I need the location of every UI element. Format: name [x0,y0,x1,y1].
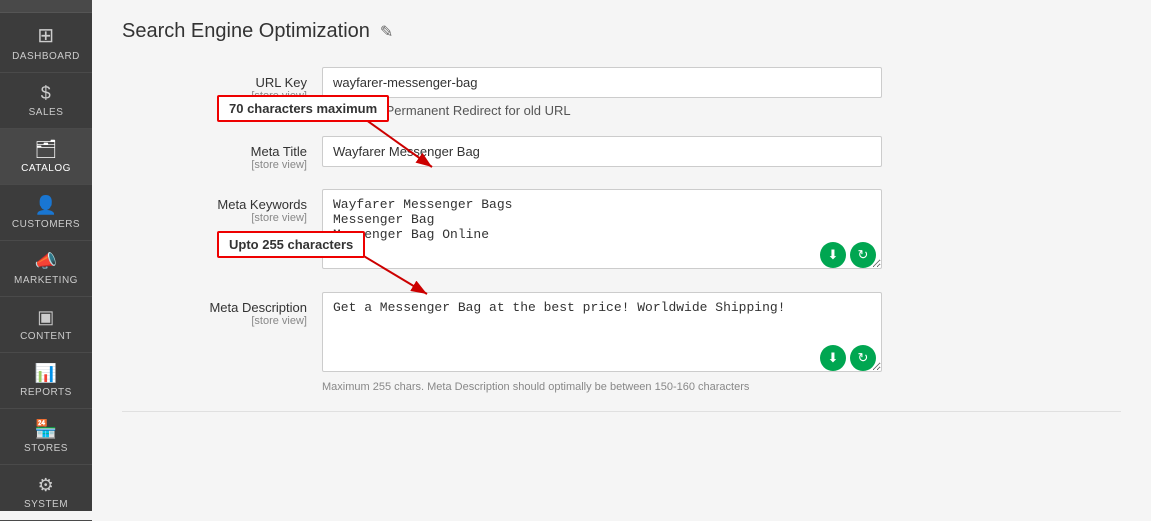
sidebar-label-reports: REPORTS [20,387,72,398]
sidebar-item-catalog[interactable]: 🗂 CATALOG [0,129,92,185]
meta-keywords-icons: ⬇ ↻ [820,242,876,268]
sidebar-label-customers: CUSTOMERS [12,219,80,230]
sidebar-item-content[interactable]: ▣ CONTENT [0,297,92,353]
meta-keywords-refresh-icon[interactable]: ↻ [850,242,876,268]
meta-description-textarea-wrap: Get a Messenger Bag at the best price! W… [322,292,882,377]
sidebar-label-system: SYSTEM [24,499,68,510]
meta-description-label: Meta Description [store view] [122,292,322,327]
sidebar-label-sales: SALES [29,107,64,118]
sidebar-item-marketing[interactable]: 📣 MARKETING [0,241,92,297]
sidebar-item-customers[interactable]: 👤 CUSTOMERS [0,185,92,241]
catalog-icon: 🗂 [34,139,57,160]
meta-keywords-download-icon[interactable]: ⬇ [820,242,846,268]
stores-icon: 🏪 [35,419,58,440]
customers-icon: 👤 [35,195,58,216]
meta-keywords-section: Upto 255 characters Meta Keywords [store… [122,189,1121,274]
section-divider [122,411,1121,412]
system-icon: ⚙ [38,475,55,496]
meta-title-label: Meta Title [store view] [122,136,322,171]
sidebar-label-stores: STORES [24,443,68,454]
page-title: Search Engine Optimization [122,20,370,43]
url-key-controls: Create Permanent Redirect for old URL [322,67,882,118]
meta-description-input[interactable]: Get a Messenger Bag at the best price! W… [322,292,882,372]
meta-description-icons: ⬇ ↻ [820,345,876,371]
meta-title-row: Meta Title [store view] [122,136,1121,171]
meta-title-input[interactable] [322,136,882,167]
meta-keywords-label: Meta Keywords [store view] [122,189,322,224]
main-content: Search Engine Optimization ✎ 70 characte… [92,0,1151,511]
url-key-section: 70 characters maximum URL Key [store vie… [122,67,1121,118]
meta-description-hint: Maximum 255 chars. Meta Description shou… [322,381,882,393]
meta-title-controls [322,136,882,167]
reports-icon: 📊 [35,363,58,384]
sidebar-item-dashboard[interactable]: ⊞ DASHBOARD [0,13,92,73]
meta-description-download-icon[interactable]: ⬇ [820,345,846,371]
sidebar: ⊞ DASHBOARD $ SALES 🗂 CATALOG 👤 CUSTOMER… [0,0,92,511]
sidebar-item-system[interactable]: ⚙ SYSTEM [0,465,92,521]
meta-description-row: Meta Description [store view] Get a Mess… [122,292,1121,393]
meta-keywords-input[interactable]: Wayfarer Messenger Bags Messenger Bag Me… [322,189,882,269]
content-icon: ▣ [37,307,55,328]
meta-keywords-annotation: Upto 255 characters [217,231,365,258]
sidebar-top-bar [0,0,92,13]
url-key-annotation: 70 characters maximum [217,95,389,122]
meta-description-refresh-icon[interactable]: ↻ [850,345,876,371]
dashboard-icon: ⊞ [37,23,54,48]
sidebar-item-stores[interactable]: 🏪 STORES [0,409,92,465]
sales-icon: $ [41,83,52,104]
marketing-icon: 📣 [35,251,58,272]
meta-keywords-textarea-wrap: Wayfarer Messenger Bags Messenger Bag Me… [322,189,882,274]
page-header: Search Engine Optimization ✎ [122,20,1121,43]
redirect-checkbox-row: Create Permanent Redirect for old URL [322,103,882,118]
url-key-input[interactable] [322,67,882,98]
sidebar-label-catalog: CATALOG [21,163,71,174]
sidebar-item-reports[interactable]: 📊 REPORTS [0,353,92,409]
edit-icon[interactable]: ✎ [380,22,393,42]
meta-keywords-controls: Wayfarer Messenger Bags Messenger Bag Me… [322,189,882,274]
sidebar-label-dashboard: DASHBOARD [12,51,80,62]
meta-description-controls: Get a Messenger Bag at the best price! W… [322,292,882,393]
sidebar-label-content: CONTENT [20,331,72,342]
sidebar-item-sales[interactable]: $ SALES [0,73,92,129]
sidebar-label-marketing: MARKETING [14,275,78,286]
